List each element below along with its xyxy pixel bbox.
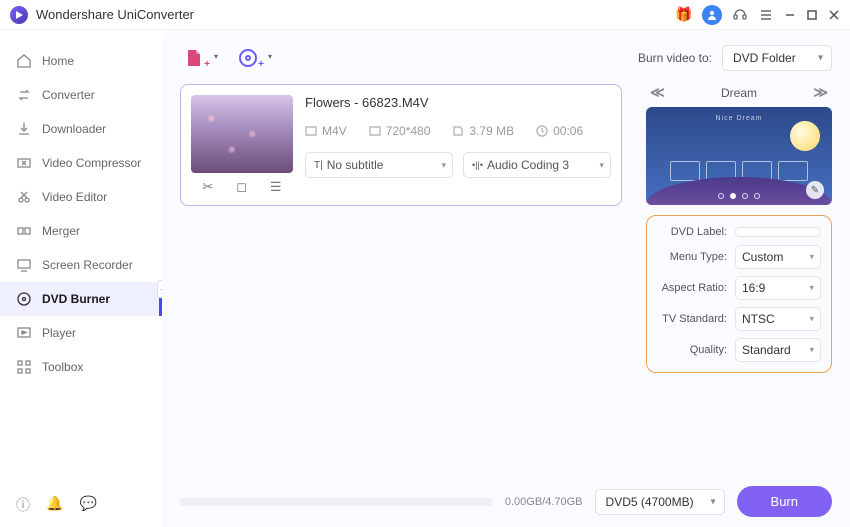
meta-format: M4V — [305, 124, 347, 138]
theme-next-button[interactable]: ≫ — [813, 84, 828, 101]
sidebar-item-label: Screen Recorder — [42, 258, 133, 272]
video-card[interactable]: ✂ ◻ ☰ Flowers - 66823.M4V M4V 720*480 3.… — [180, 84, 622, 206]
capacity-bar — [180, 498, 493, 506]
tv-standard-label: TV Standard: — [657, 313, 727, 325]
sidebar-item-label: Converter — [42, 88, 95, 102]
sidebar-item-converter[interactable]: Converter — [0, 78, 162, 112]
app-title: Wondershare UniConverter — [36, 7, 194, 22]
app-logo-icon — [10, 6, 28, 24]
video-thumbnail — [191, 95, 293, 173]
sidebar-item-player[interactable]: Player — [0, 316, 162, 350]
burn-button[interactable]: Burn — [737, 486, 832, 517]
add-disc-button[interactable]: +▾ — [234, 44, 262, 72]
sidebar-item-compressor[interactable]: Video Compressor — [0, 146, 162, 180]
bell-icon[interactable]: 🔔 — [46, 495, 63, 515]
sidebar-item-dvd-burner[interactable]: DVD Burner — [0, 282, 162, 316]
sidebar-item-label: Downloader — [42, 122, 106, 136]
support-icon[interactable] — [732, 7, 748, 23]
sidebar-item-label: DVD Burner — [42, 292, 110, 306]
crop-icon[interactable]: ◻ — [236, 179, 247, 195]
sidebar: Home Converter Downloader Video Compress… — [0, 30, 162, 527]
titlebar: Wondershare UniConverter 🎁 — [0, 0, 850, 30]
dvd-label-label: DVD Label: — [657, 226, 727, 238]
video-title: Flowers - 66823.M4V — [305, 95, 611, 110]
disc-type-select[interactable]: DVD5 (4700MB) — [595, 489, 725, 515]
sidebar-item-merger[interactable]: Merger — [0, 214, 162, 248]
theme-prev-button[interactable]: ≪ — [650, 84, 665, 101]
sidebar-item-label: Toolbox — [42, 360, 83, 374]
capacity-text: 0.00GB/4.70GB — [505, 496, 583, 508]
meta-duration: 00:06 — [536, 124, 583, 138]
theme-preview: Nice Dream ✎ — [646, 107, 832, 205]
sidebar-item-home[interactable]: Home — [0, 44, 162, 78]
dvd-label-input[interactable] — [735, 227, 821, 237]
menu-icon[interactable] — [758, 7, 774, 23]
aspect-ratio-label: Aspect Ratio: — [657, 282, 727, 294]
trim-icon[interactable]: ✂ — [202, 179, 213, 195]
dvd-settings: DVD Label: Menu Type: Custom Aspect Ratio… — [646, 215, 832, 373]
footer: 0.00GB/4.70GB DVD5 (4700MB) Burn — [180, 476, 832, 517]
maximize-button[interactable] — [806, 9, 818, 21]
theme-name: Dream — [721, 86, 757, 100]
sidebar-item-label: Video Editor — [42, 190, 107, 204]
sidebar-item-downloader[interactable]: Downloader — [0, 112, 162, 146]
burn-to-label: Burn video to: — [638, 51, 712, 65]
sidebar-item-recorder[interactable]: Screen Recorder — [0, 248, 162, 282]
help-icon[interactable]: ⓘ — [16, 495, 30, 515]
audio-select[interactable]: •||•Audio Coding 3 — [463, 152, 611, 178]
close-button[interactable] — [828, 9, 840, 21]
sidebar-item-label: Player — [42, 326, 76, 340]
effects-icon[interactable]: ☰ — [270, 179, 282, 195]
burn-target-select[interactable]: DVD Folder — [722, 45, 832, 71]
feedback-icon[interactable]: 💬 — [79, 495, 96, 515]
sidebar-item-editor[interactable]: Video Editor — [0, 180, 162, 214]
minimize-button[interactable] — [784, 9, 796, 21]
sidebar-item-label: Video Compressor — [42, 156, 141, 170]
meta-resolution: 720*480 — [369, 124, 431, 138]
gift-icon[interactable]: 🎁 — [676, 7, 692, 23]
edit-theme-button[interactable]: ✎ — [806, 181, 824, 199]
quality-label: Quality: — [657, 344, 727, 356]
aspect-ratio-select[interactable]: 16:9 — [735, 276, 821, 300]
meta-size: 3.79 MB — [452, 124, 514, 138]
menu-type-label: Menu Type: — [657, 251, 727, 263]
add-file-button[interactable]: +▾ — [180, 44, 208, 72]
tv-standard-select[interactable]: NTSC — [735, 307, 821, 331]
sidebar-item-label: Merger — [42, 224, 80, 238]
toolbar: +▾ +▾ Burn video to: DVD Folder — [180, 44, 832, 72]
subtitle-select[interactable]: T|No subtitle — [305, 152, 453, 178]
sidebar-item-toolbox[interactable]: Toolbox — [0, 350, 162, 384]
user-avatar[interactable] — [702, 5, 722, 25]
menu-type-select[interactable]: Custom — [735, 245, 821, 269]
quality-select[interactable]: Standard — [735, 338, 821, 362]
sidebar-item-label: Home — [42, 54, 74, 68]
